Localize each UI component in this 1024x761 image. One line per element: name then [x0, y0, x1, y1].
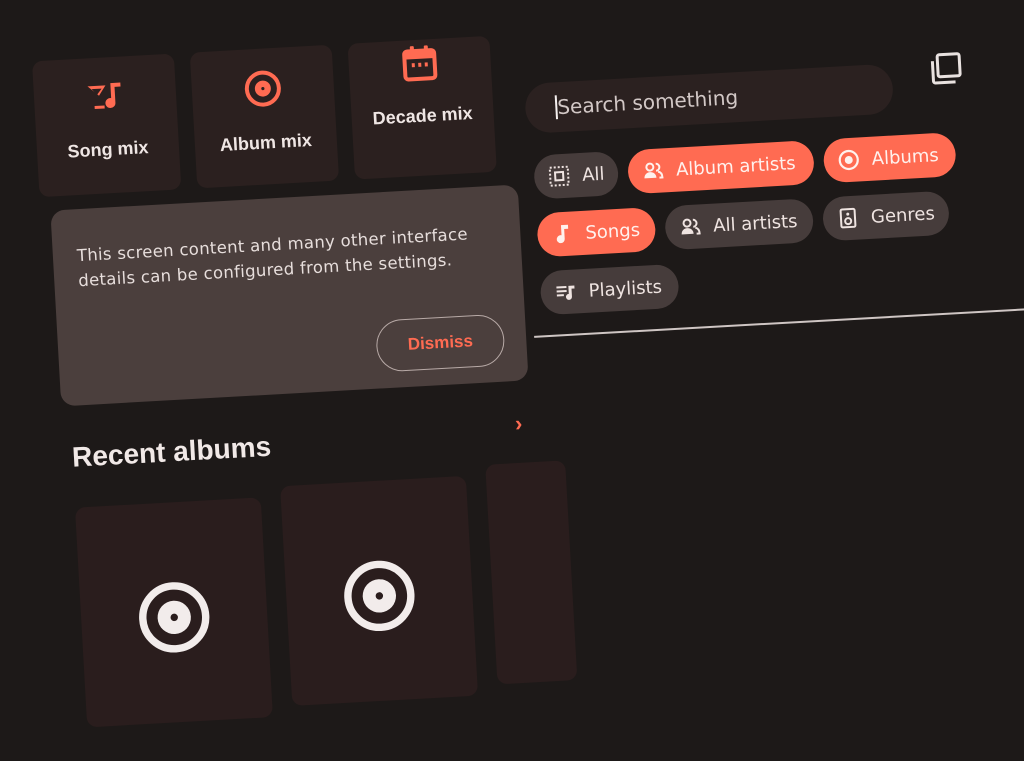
album-card[interactable]: [485, 460, 578, 685]
song-mix-tile[interactable]: Song mix: [31, 53, 182, 198]
album-card[interactable]: [280, 475, 479, 706]
filter-label: Album artists: [675, 152, 797, 181]
album-card[interactable]: [74, 497, 273, 728]
select-all-icon: [548, 165, 570, 187]
filter-label: Playlists: [588, 276, 663, 302]
filter-label: All artists: [712, 210, 799, 237]
filter-label: Songs: [584, 219, 641, 244]
playlist-icon: [556, 285, 575, 300]
calendar-icon: [402, 45, 438, 82]
dismiss-button[interactable]: Dismiss: [374, 313, 506, 373]
filter-chip-albums[interactable]: Albums: [822, 132, 957, 184]
app-screen: Song mix Album mix Decade mix This scree…: [22, 1, 1024, 761]
album-mix-tile[interactable]: Album mix: [189, 44, 340, 189]
copy-icon[interactable]: [927, 49, 965, 87]
album-disc-icon: [244, 70, 281, 107]
filter-chip-all[interactable]: All: [533, 150, 620, 200]
filter-chip-genres[interactable]: Genres: [821, 190, 951, 242]
album-mix-label: Album mix: [219, 129, 313, 156]
search-bar[interactable]: [524, 63, 895, 134]
song-mix-label: Song mix: [66, 137, 150, 162]
filter-chip-album-artists[interactable]: Album artists: [626, 139, 816, 195]
recent-albums-title: Recent albums: [71, 430, 272, 473]
filter-chip-songs[interactable]: Songs: [536, 206, 657, 258]
filter-chip-all-artists[interactable]: All artists: [664, 198, 815, 251]
section-divider: [534, 307, 1024, 338]
filter-label: All: [581, 163, 606, 186]
chevron-right-icon[interactable]: ›: [514, 411, 523, 437]
album-disc-icon: [344, 560, 415, 632]
people-icon: [644, 162, 664, 179]
filter-label: Albums: [871, 144, 940, 170]
decade-mix-label: Decade mix: [372, 102, 474, 129]
decade-mix-tile[interactable]: Decade mix: [347, 35, 497, 180]
album-disc-icon: [139, 582, 210, 653]
search-input[interactable]: [554, 77, 860, 121]
info-message: This screen content and many other inter…: [76, 224, 469, 291]
filter-label: Genres: [870, 202, 936, 228]
people-icon: [681, 218, 701, 235]
cocktail-music-icon: [87, 82, 121, 110]
filter-chips: All Album artists Albums Songs All artis…: [533, 131, 972, 316]
speaker-icon: [839, 207, 857, 229]
settings-info-card: This screen content and many other inter…: [50, 184, 529, 407]
filter-chip-playlists[interactable]: Playlists: [539, 263, 680, 316]
music-note-icon: [556, 224, 569, 244]
album-disc-icon: [838, 149, 859, 171]
